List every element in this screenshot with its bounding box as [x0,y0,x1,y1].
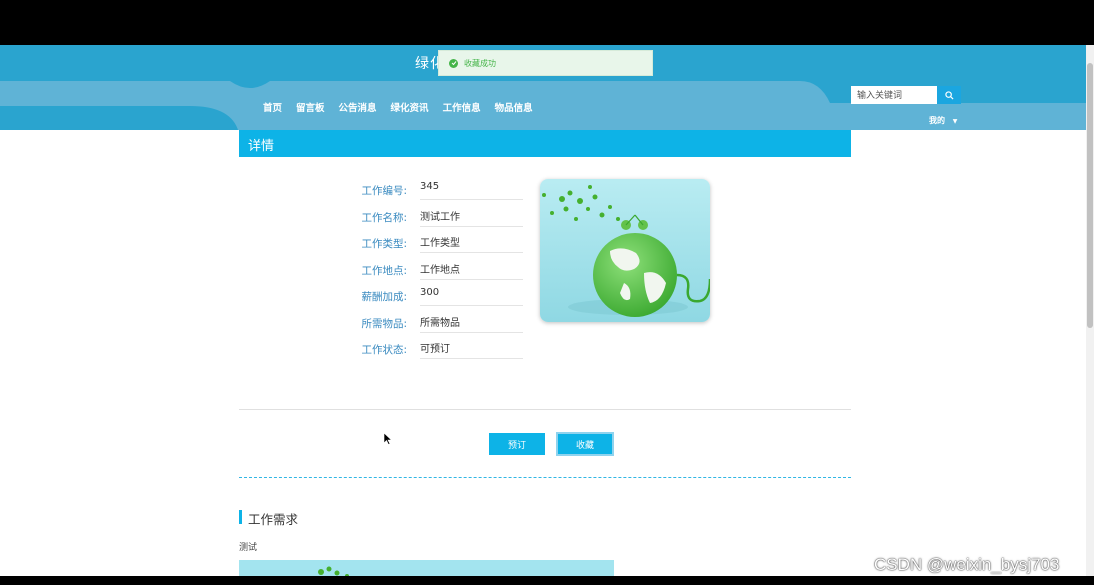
field-value: 工作地点 [420,258,523,280]
detail-title: 详情 [248,139,275,154]
section-divider [239,409,851,410]
search-input[interactable] [851,86,937,104]
toast-message: 收藏成功 [464,58,496,68]
field-value: 300 [420,284,523,306]
field-value: 工作类型 [420,231,523,253]
mouse-cursor-icon [383,430,393,449]
nav-item-work-info[interactable]: 工作信息 [443,100,481,114]
my-menu-label: 我的 [929,116,945,125]
detail-section-header: 详情 [239,130,851,157]
letterbox-bottom [0,576,1094,585]
nav-item-announcements[interactable]: 公告消息 [339,100,377,114]
reserve-button[interactable]: 预订 [489,433,545,455]
nav-item-message-board[interactable]: 留言板 [296,100,325,114]
nav-item-greening-news[interactable]: 绿化资讯 [391,100,429,114]
check-circle-icon [449,58,458,68]
requirements-image [239,560,614,576]
field-label: 工作状态: [361,344,407,356]
field-label: 工作编号: [361,185,407,197]
field-value: 345 [420,178,523,200]
field-value: 测试工作 [420,205,523,227]
search-icon [944,90,954,100]
letterbox-top [0,0,1094,45]
screen: 绿化 首页 留言板 公告消息 绿化资讯 工作信息 物品信息 我的 ▼ [0,0,1094,585]
field-label: 薪酬加成: [361,291,407,303]
nav-item-item-info[interactable]: 物品信息 [495,100,533,114]
caret-down-icon: ▼ [952,118,958,125]
my-account-menu[interactable]: 我的 ▼ [929,115,957,126]
search-button[interactable] [937,86,961,104]
nav-item-home[interactable]: 首页 [263,100,282,114]
csdn-watermark: CSDN @weixin_bysj703 [874,555,1060,574]
dashed-divider [239,477,851,478]
requirements-title: 工作需求 [248,512,299,527]
vertical-scrollbar[interactable] [1086,45,1094,576]
browser-page: 绿化 首页 留言板 公告消息 绿化资讯 工作信息 物品信息 我的 ▼ [0,45,1094,576]
field-value: 可预订 [420,337,523,359]
field-value: 所需物品 [420,311,523,333]
requirements-accent-bar [239,510,242,524]
main-nav: 首页 留言板 公告消息 绿化资讯 工作信息 物品信息 [263,100,533,114]
field-label: 所需物品: [361,318,407,330]
success-toast: 收藏成功 [438,50,653,76]
site-header: 绿化 首页 留言板 公告消息 绿化资讯 工作信息 物品信息 我的 ▼ [0,45,1094,130]
field-label: 工作地点: [361,265,407,277]
favorite-button[interactable]: 收藏 [556,432,614,456]
scrollbar-thumb[interactable] [1087,63,1093,328]
field-label: 工作名称: [361,212,407,224]
field-label: 工作类型: [361,238,407,250]
green-globe-image [540,179,710,322]
requirements-text: 测试 [239,543,258,553]
